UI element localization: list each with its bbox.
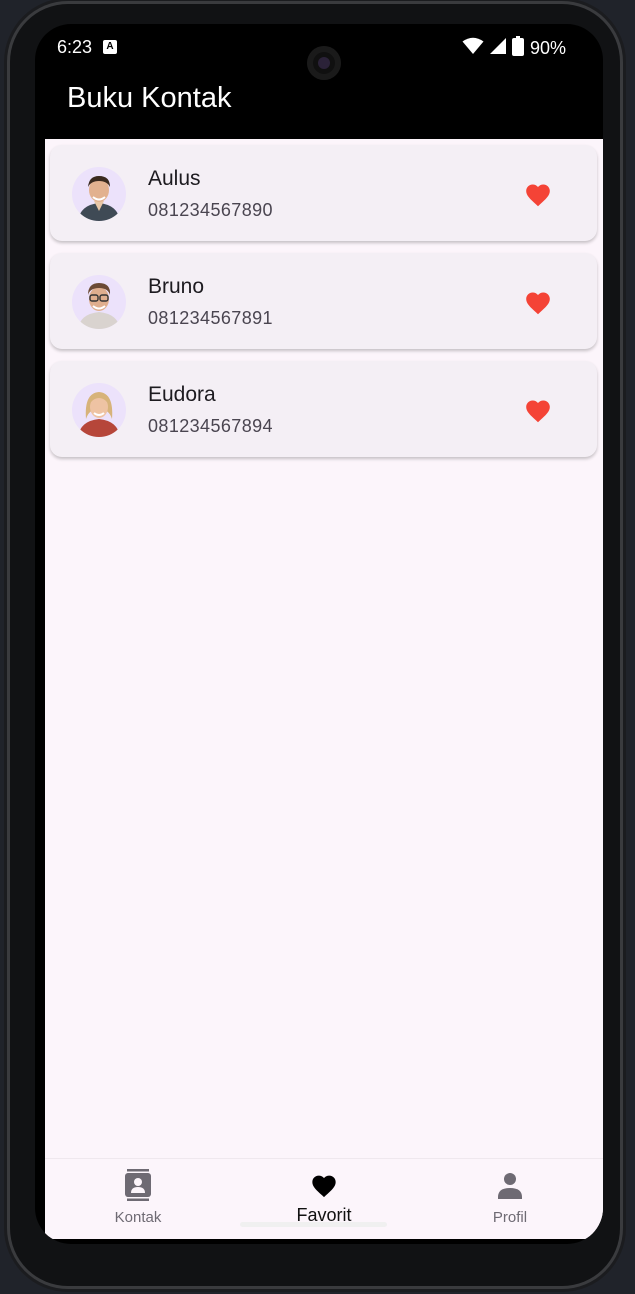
status-time: 6:23: [57, 37, 93, 57]
contact-card-bruno[interactable]: Bruno 081234567891: [50, 253, 597, 349]
status-icons: 90%: [462, 36, 566, 61]
home-indicator[interactable]: [240, 1222, 387, 1227]
avatar: [72, 383, 126, 437]
contact-card-aulus[interactable]: Aulus 081234567890: [50, 145, 597, 241]
favorite-button[interactable]: [521, 179, 555, 209]
phone-frame: 6:23 A 90% Buku Kontak Aulus 08123456789…: [10, 4, 620, 1286]
contact-name: Eudora: [148, 383, 216, 406]
avatar: [72, 275, 126, 329]
nav-item-profil[interactable]: Profil: [417, 1159, 603, 1239]
nav-item-favorit[interactable]: Favorit: [231, 1159, 417, 1239]
favorite-button[interactable]: [521, 287, 555, 317]
heart-icon: [312, 1175, 336, 1198]
nav-item-kontak[interactable]: Kontak: [45, 1159, 231, 1239]
page-title: Buku Kontak: [67, 82, 232, 114]
contact-card-eudora[interactable]: Eudora 081234567894: [50, 361, 597, 457]
wifi-icon: [462, 37, 484, 60]
phone-screen: 6:23 A 90% Buku Kontak Aulus 08123456789…: [35, 24, 603, 1244]
person-icon: [498, 1173, 522, 1199]
nav-label: Profil: [492, 1209, 528, 1226]
nav-label: Kontak: [114, 1209, 162, 1226]
front-camera: [307, 46, 341, 80]
heart-icon: [526, 400, 550, 423]
contact-phone: 081234567891: [148, 308, 273, 328]
battery-percentage: 90%: [529, 38, 566, 58]
avatar: [72, 167, 126, 221]
favorite-button[interactable]: [521, 395, 555, 425]
status-bar: 6:23 A 90%: [35, 24, 603, 80]
contact-name: Aulus: [148, 167, 201, 190]
contact-name: Bruno: [148, 275, 205, 298]
contact-phone: 081234567894: [148, 416, 273, 436]
cellular-signal-icon: [489, 38, 506, 59]
notification-a-icon: A: [103, 40, 117, 54]
favorites-list: Aulus 081234567890 Bruno 081234567891 Eu…: [45, 139, 603, 1239]
heart-icon: [526, 292, 550, 315]
heart-icon: [526, 184, 550, 207]
contact-phone: 081234567890: [148, 200, 273, 220]
battery-icon: [511, 36, 524, 61]
contact-card-icon: [125, 1169, 151, 1201]
